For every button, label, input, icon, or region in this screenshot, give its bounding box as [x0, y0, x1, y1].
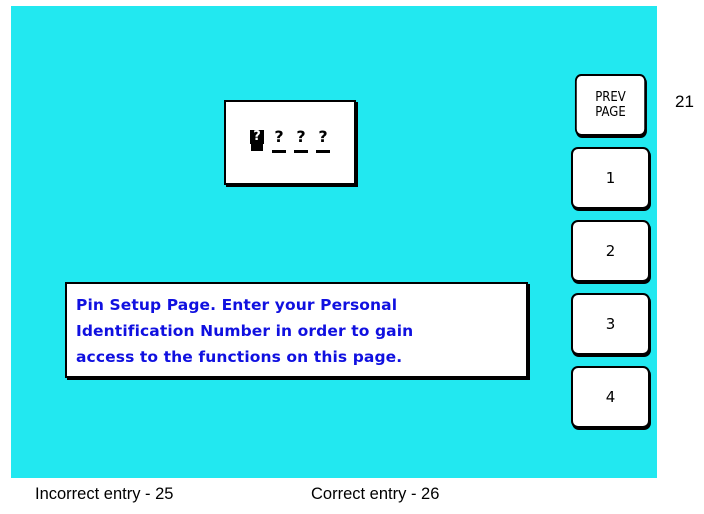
touch-screen: ? ? ? ? Pin Setup Page. Enter your Perso… [11, 6, 657, 478]
keypad-button-1[interactable]: 1 [571, 147, 650, 209]
pin-digit-row: ? ? ? ? [226, 128, 354, 153]
pin-digit-2: ? [272, 128, 286, 153]
pin-digit-3: ? [294, 128, 308, 153]
incorrect-entry-caption: Incorrect entry - 25 [35, 485, 174, 503]
keypad-button-3[interactable]: 3 [571, 293, 650, 355]
correct-entry-caption: Correct entry - 26 [311, 485, 440, 503]
keypad-button-2[interactable]: 2 [571, 220, 650, 282]
message-line-2: Identification Number in order to gain [76, 322, 414, 340]
prev-page-label: PREV PAGE [595, 90, 626, 120]
message-line-1: Pin Setup Page. Enter your Personal [76, 296, 398, 314]
pin-setup-message: Pin Setup Page. Enter your Personal Iden… [65, 282, 528, 378]
prev-page-label-line-1: PREV [595, 90, 626, 105]
pin-digit-1-cursor: ? [250, 130, 264, 144]
message-line-3: access to the functions on this page. [76, 348, 403, 366]
figure-page: ? ? ? ? Pin Setup Page. Enter your Perso… [0, 0, 704, 514]
prev-page-button[interactable]: PREV PAGE [574, 74, 647, 136]
pin-entry-display: ? ? ? ? [224, 100, 356, 185]
keypad-button-4[interactable]: 4 [571, 366, 650, 428]
page-number: 21 [675, 92, 694, 111]
prev-page-label-line-2: PAGE [595, 105, 626, 120]
pin-digit-4: ? [316, 128, 330, 153]
